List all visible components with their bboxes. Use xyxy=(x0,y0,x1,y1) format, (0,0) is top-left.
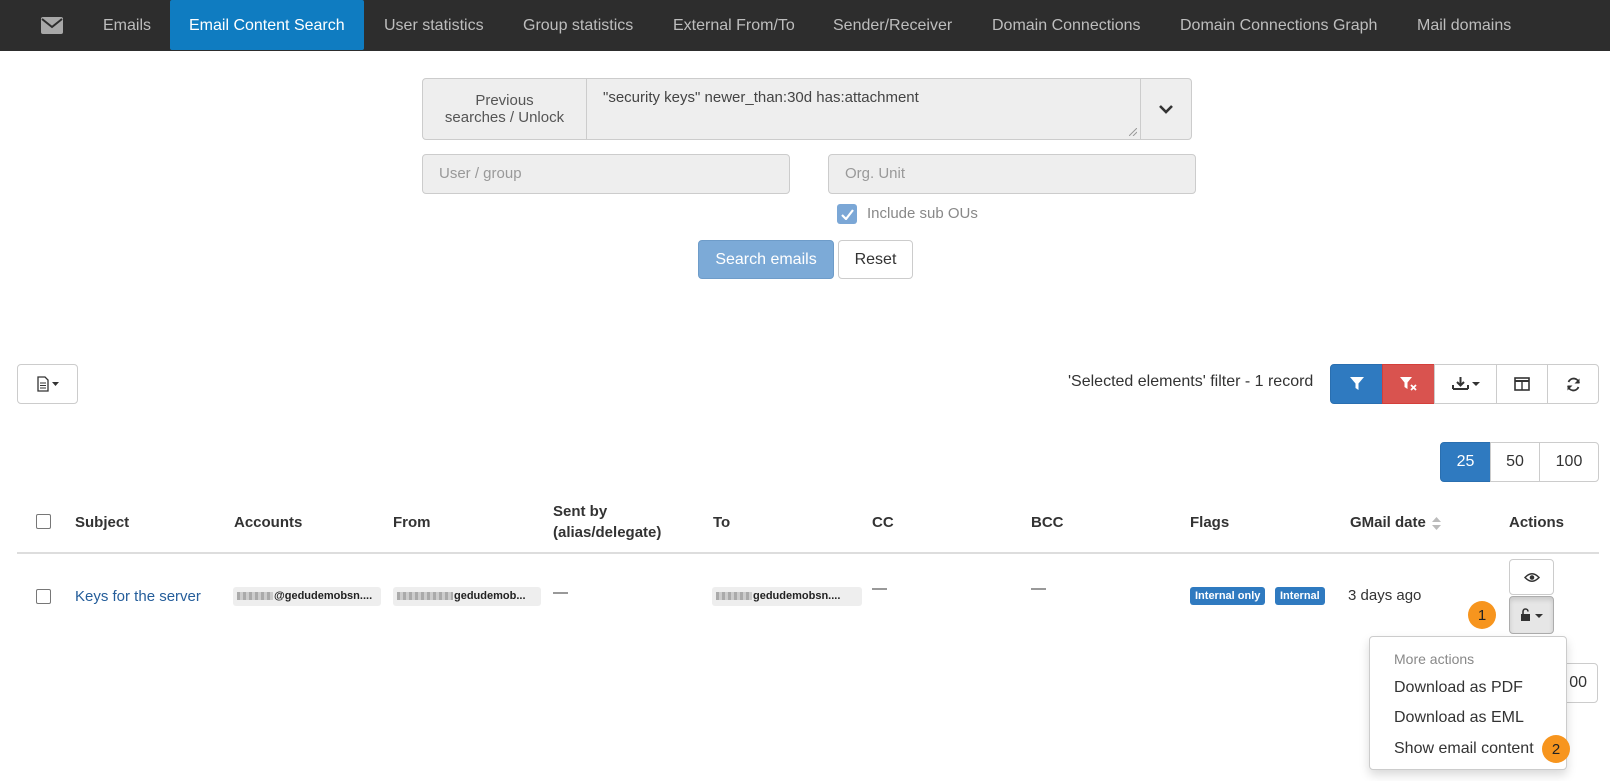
column-header-flags[interactable]: Flags xyxy=(1190,512,1229,533)
nav-user-statistics[interactable]: User statistics xyxy=(365,0,503,51)
filter-icon xyxy=(1349,377,1364,390)
unlock-dropdown-button[interactable] xyxy=(1509,596,1554,634)
clear-filter-button[interactable] xyxy=(1382,364,1435,404)
flag-internal-badge: Internal xyxy=(1275,587,1325,605)
filter-remove-icon xyxy=(1399,376,1417,391)
search-query-text: "security keys" newer_than:30d has:attac… xyxy=(603,89,919,106)
more-actions-header: More actions xyxy=(1394,651,1475,667)
export-dropdown-button[interactable] xyxy=(17,364,78,404)
header-divider xyxy=(17,552,1599,554)
nav-sender-receiver[interactable]: Sender/Receiver xyxy=(814,0,971,51)
nav-domain-connections[interactable]: Domain Connections xyxy=(973,0,1160,51)
sent-by-value: — xyxy=(553,584,568,601)
bcc-value: — xyxy=(1031,580,1046,597)
flag-internal-only-badge: Internal only xyxy=(1190,587,1266,605)
cc-value: — xyxy=(872,580,887,597)
columns-toggle-button[interactable] xyxy=(1496,364,1548,404)
nav-emails[interactable]: Emails xyxy=(84,0,170,51)
search-emails-button[interactable]: Search emails xyxy=(698,240,834,279)
download-pdf-menu-item[interactable]: Download as PDF xyxy=(1394,679,1523,697)
page-size-50[interactable]: 50 xyxy=(1490,442,1540,482)
redacted-text xyxy=(397,592,453,601)
from-value: gedudemob... xyxy=(454,590,526,602)
subject-link[interactable]: Keys for the server xyxy=(75,588,201,605)
eye-icon xyxy=(1523,572,1540,582)
column-header-accounts[interactable]: Accounts xyxy=(234,512,302,533)
checkmark-icon xyxy=(840,208,854,220)
user-group-input[interactable]: User / group xyxy=(422,154,790,194)
nav-email-content-search[interactable]: Email Content Search xyxy=(170,0,364,50)
column-header-gmail-date[interactable]: GMail date xyxy=(1350,512,1442,533)
document-icon xyxy=(36,376,59,392)
column-header-subject[interactable]: Subject xyxy=(75,512,129,533)
view-email-button[interactable] xyxy=(1509,559,1554,595)
include-sub-ous-checkbox[interactable] xyxy=(837,204,857,224)
redacted-text xyxy=(237,592,273,601)
resize-grip-icon[interactable] xyxy=(1129,128,1137,136)
from-chip[interactable]: gedudemob... xyxy=(393,587,541,606)
include-sub-ous-label: Include sub OUs xyxy=(867,205,978,222)
refresh-icon xyxy=(1566,377,1580,391)
download-eml-menu-item[interactable]: Download as EML xyxy=(1394,709,1524,727)
select-all-checkbox[interactable] xyxy=(36,514,51,529)
callout-marker-1: 1 xyxy=(1468,601,1496,629)
to-value: gedudemobsn.... xyxy=(753,590,841,602)
filter-button[interactable] xyxy=(1330,364,1383,404)
nav-group-statistics[interactable]: Group statistics xyxy=(504,0,652,51)
column-header-cc[interactable]: CC xyxy=(872,512,894,533)
search-query-textarea[interactable]: "security keys" newer_than:30d has:attac… xyxy=(586,78,1141,140)
accounts-value: @gedudemobsn.... xyxy=(274,590,373,602)
previous-searches-dropdown-button[interactable] xyxy=(1140,78,1192,140)
org-unit-input[interactable]: Org. Unit xyxy=(828,154,1196,194)
unlock-icon xyxy=(1520,608,1543,621)
row-checkbox[interactable] xyxy=(36,589,51,604)
column-header-from[interactable]: From xyxy=(393,512,431,533)
download-icon xyxy=(1451,377,1480,390)
columns-icon xyxy=(1514,377,1530,391)
column-header-sent-by[interactable]: Sent by (alias/delegate) xyxy=(553,501,683,543)
show-email-content-menu-item[interactable]: Show email content xyxy=(1394,740,1534,758)
reset-button[interactable]: Reset xyxy=(838,240,913,279)
to-chip[interactable]: gedudemobsn.... xyxy=(712,587,862,606)
nav-domain-connections-graph[interactable]: Domain Connections Graph xyxy=(1161,0,1396,51)
selected-elements-filter-text: 'Selected elements' filter - 1 record xyxy=(1068,373,1314,390)
page-size-100[interactable]: 100 xyxy=(1539,442,1599,482)
column-header-bcc[interactable]: BCC xyxy=(1031,512,1064,533)
accounts-chip[interactable]: @gedudemobsn.... xyxy=(233,587,381,606)
redacted-text xyxy=(716,592,752,601)
callout-marker-2: 2 xyxy=(1542,735,1570,763)
top-navbar: Emails Email Content Search User statist… xyxy=(0,0,1610,51)
column-header-actions: Actions xyxy=(1509,514,1565,531)
previous-searches-label[interactable]: Previous searches / Unlock xyxy=(422,78,587,140)
chevron-down-icon xyxy=(1159,105,1173,114)
gmail-date-value: 3 days ago xyxy=(1348,587,1422,604)
page-size-25[interactable]: 25 xyxy=(1440,442,1491,482)
gmail-date-label: GMail date xyxy=(1350,514,1426,531)
refresh-button[interactable] xyxy=(1547,364,1599,404)
nav-external-from-to[interactable]: External From/To xyxy=(654,0,814,51)
nav-mail-domains[interactable]: Mail domains xyxy=(1398,0,1530,51)
envelope-icon[interactable] xyxy=(28,0,76,51)
sort-icon xyxy=(1432,516,1442,530)
column-header-to[interactable]: To xyxy=(713,512,730,533)
download-dropdown-button[interactable] xyxy=(1434,364,1497,404)
more-actions-menu: More actions Download as PDF Download as… xyxy=(1369,636,1567,770)
